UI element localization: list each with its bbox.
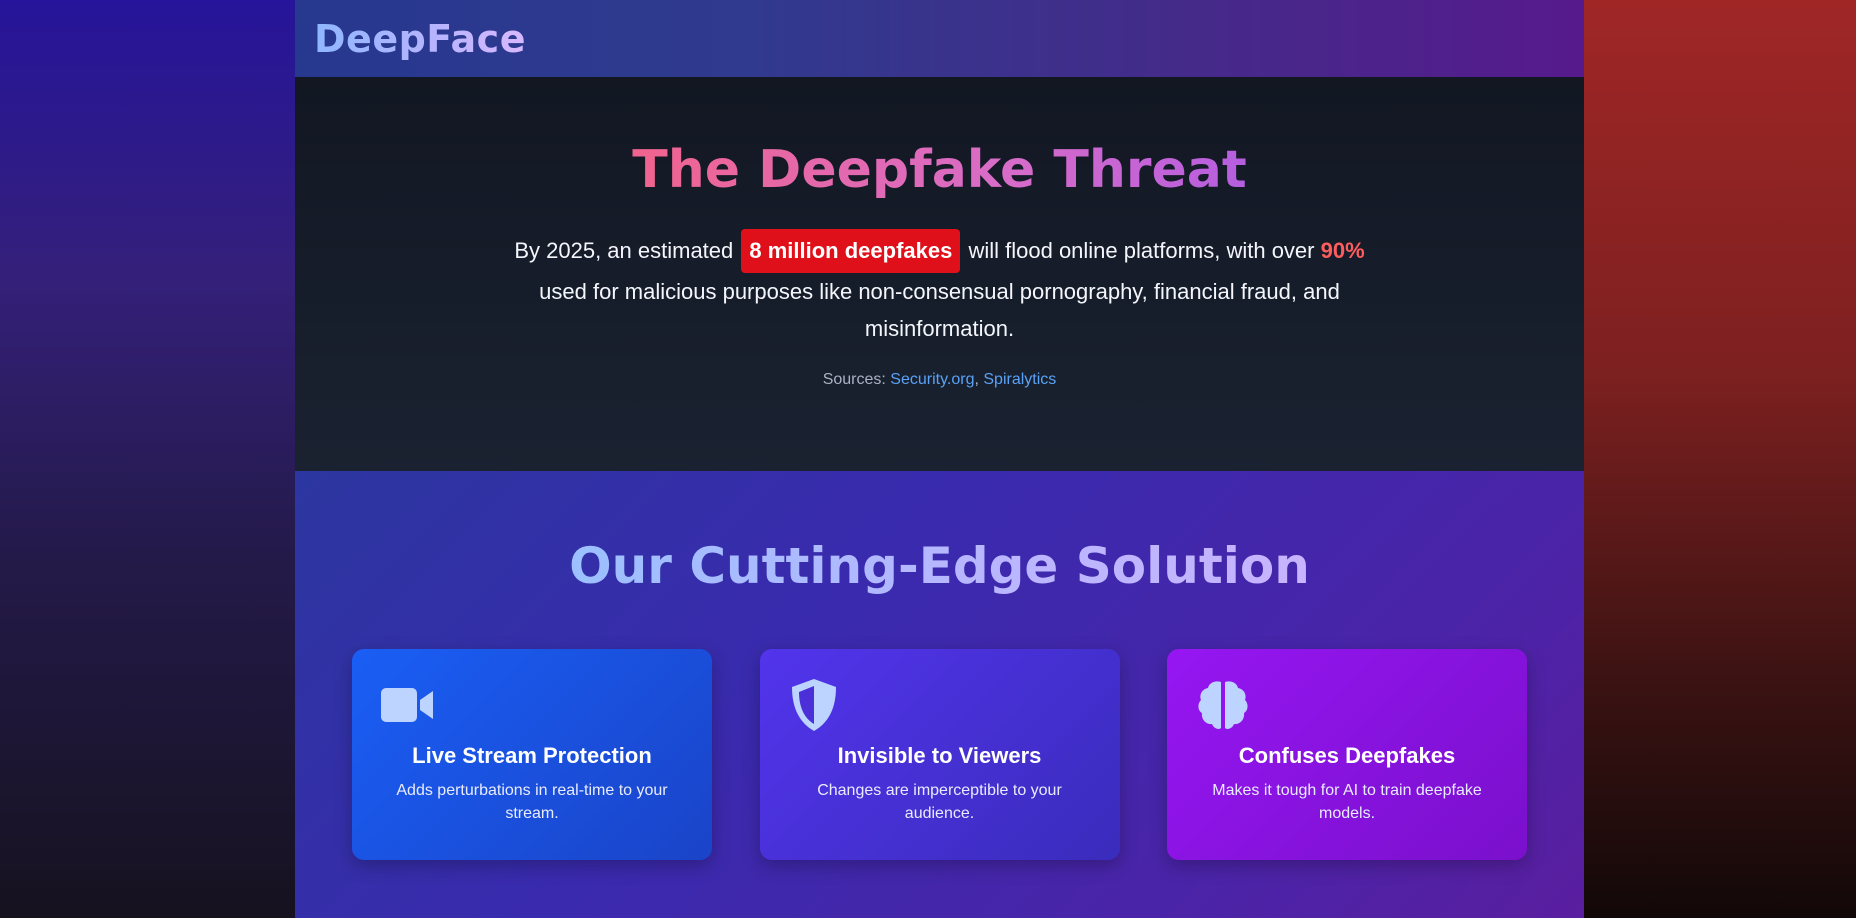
solution-section: Our Cutting-Edge Solution Live Stream Pr… (295, 471, 1584, 918)
logo[interactable]: DeepFace (314, 17, 526, 61)
feature-description: Adds perturbations in real-time to your … (396, 782, 668, 822)
threat-text-end: used for malicious purposes like non-con… (539, 279, 1340, 341)
top-navbar: DeepFace (295, 0, 1584, 77)
feature-title: Invisible to Viewers (837, 743, 1042, 768)
source-link-security-org[interactable]: Security.org (890, 371, 974, 388)
video-camera-icon (380, 677, 684, 733)
shield-icon (788, 677, 1092, 733)
page-container: DeepFace The Deepfake Threat By 2025, an… (295, 0, 1584, 918)
feature-description: Makes it tough for AI to train deepfake … (1212, 782, 1482, 822)
feature-card-live-stream: Live Stream Protection Adds perturbation… (352, 649, 712, 860)
source-link-spiralytics[interactable]: Spiralytics (983, 371, 1056, 388)
feature-card-confuses: Confuses Deepfakes Makes it tough for AI… (1167, 649, 1527, 860)
threat-description: By 2025, an estimated 8 million deepfake… (510, 229, 1370, 347)
feature-title: Live Stream Protection (412, 743, 652, 768)
threat-text-start: By 2025, an estimated (514, 238, 740, 263)
sources-line: Sources: Security.org, Spiralytics (295, 371, 1584, 389)
background-right (1584, 0, 1856, 918)
deepfake-count-highlight: 8 million deepfakes (741, 229, 961, 273)
threat-title: The Deepfake Threat (632, 137, 1246, 203)
threat-text-middle: will flood online platforms, with over (962, 238, 1321, 263)
solution-title: Our Cutting-Edge Solution (569, 533, 1310, 599)
feature-title: Confuses Deepfakes (1238, 743, 1456, 768)
brain-icon (1195, 677, 1499, 733)
sources-label: Sources: (822, 371, 891, 388)
malicious-percent: 90% (1320, 238, 1365, 263)
feature-card-invisible: Invisible to Viewers Changes are imperce… (759, 649, 1120, 860)
threat-section: The Deepfake Threat By 2025, an estimate… (295, 77, 1584, 471)
feature-cards: Live Stream Protection Adds perturbation… (352, 649, 1527, 860)
background-left (0, 0, 295, 918)
feature-description: Changes are imperceptible to your audien… (817, 782, 1062, 822)
